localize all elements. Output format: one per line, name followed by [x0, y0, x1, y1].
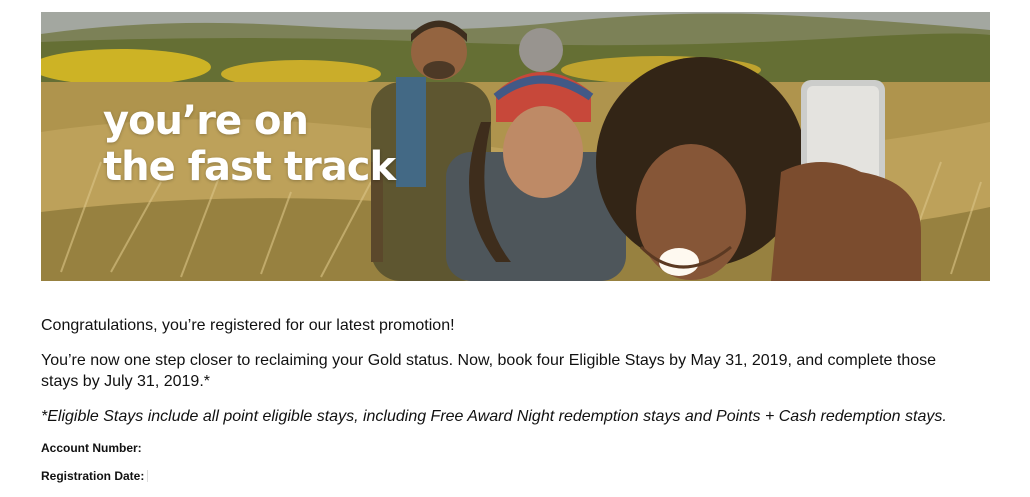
email-body: Congratulations, you’re registered for o… [41, 315, 971, 485]
account-number-row: Account Number: [41, 439, 971, 457]
account-number-label: Account Number: [41, 441, 142, 455]
registration-date-value [147, 469, 149, 482]
registration-date-row: Registration Date: [41, 467, 971, 485]
hero-banner: you’re on the fast track [41, 12, 990, 281]
hero-headline: you’re on the fast track [103, 98, 396, 190]
hero-headline-line-1: you’re on [103, 98, 309, 144]
email-page: you’re on the fast track Congratulations… [0, 0, 1030, 497]
registration-date-label: Registration Date: [41, 469, 145, 483]
congratulations-text: Congratulations, you’re registered for o… [41, 317, 455, 334]
hero-headline-line-2: the fast track [103, 144, 396, 190]
eligible-stays-footnote: *Eligible Stays include all point eligib… [41, 408, 947, 425]
promotion-details-text: You’re now one step closer to reclaiming… [41, 352, 937, 390]
